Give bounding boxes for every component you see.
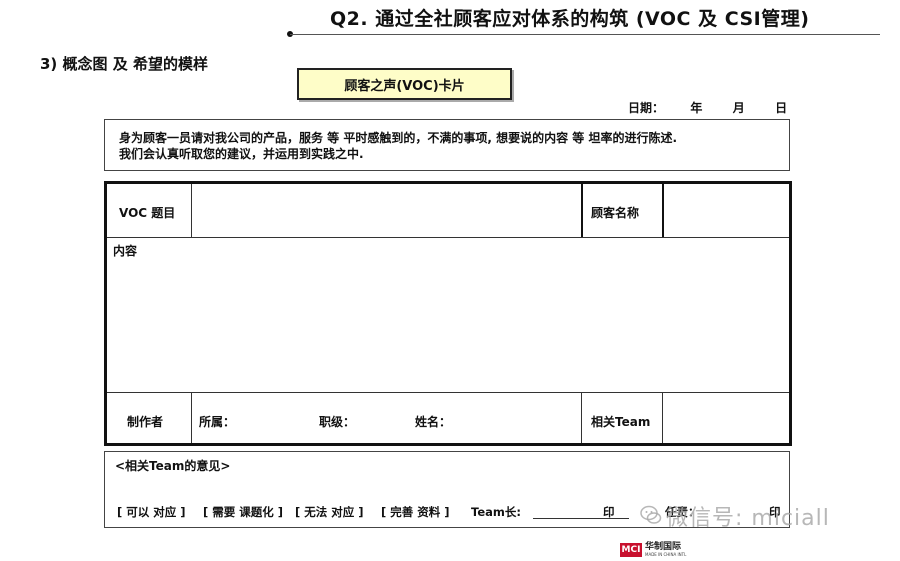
divider [581, 392, 582, 443]
wechat-icon [640, 505, 662, 524]
logo-subtitle: MADE IN CHINA INTL [645, 552, 687, 557]
page-title: Q2. 通过全社顾客应对体系的构筑 (VOC 及 CSI管理) [330, 8, 810, 30]
option-cannot-handle: [ 无法 对应 ] [295, 505, 364, 519]
divider [581, 184, 583, 237]
option-can-handle: [ 可以 对应 ] [117, 505, 186, 519]
option-needs-task: [ 需要 课题化 ] [203, 505, 284, 519]
content-label: 内容 [113, 244, 138, 258]
date-month-label: 月 [732, 101, 745, 115]
card-title: 顾客之声(VOC)卡片 [297, 68, 512, 100]
affiliation-label: 所属： [199, 415, 236, 429]
section-heading: 3) 概念图 及 希望的模样 [40, 55, 208, 73]
divider [191, 184, 192, 237]
team-leader-label: Team长: [471, 505, 521, 519]
voc-form: VOC 题目 顾客名称 内容 制作者 所属： 职级： 姓名： 相关Team [104, 181, 792, 446]
watermark-text: 微信号: miciall [666, 506, 830, 531]
name-label: 姓名： [415, 415, 452, 429]
related-team-label: 相关Team [591, 415, 651, 429]
option-improve-data: [ 完善 资料 ] [381, 505, 450, 519]
divider [107, 237, 789, 238]
divider [107, 392, 789, 393]
logo-mark: MCI [620, 543, 642, 557]
maker-label: 制作者 [127, 415, 164, 429]
brand-logo: MCI 华制国际 MADE IN CHINA INTL [620, 543, 686, 557]
rank-label: 职级： [319, 415, 356, 429]
divider [191, 392, 192, 443]
intro-line-1: 身为顾客一员请对我公司的产品，服务 等 平时感触到的，不满的事项, 想要说的内容… [119, 131, 678, 145]
date-line: 日期： 年 月 日 [628, 99, 787, 116]
divider [662, 184, 664, 237]
seal-mark-1: 印 [603, 505, 615, 519]
date-year-label: 年 [690, 101, 703, 115]
intro-line-2: 我们会认真听取您的建议，并运用到实践之中. [119, 147, 364, 161]
date-day-label: 日 [775, 101, 788, 115]
divider [662, 392, 663, 443]
intro-box: 身为顾客一员请对我公司的产品，服务 等 平时感触到的，不满的事项, 想要说的内容… [104, 119, 790, 171]
logo-name: 华制国际 [645, 542, 682, 552]
title-rule [290, 34, 880, 35]
voc-topic-label: VOC 题目 [119, 206, 176, 220]
team-opinion-title: <相关Team的意见> [115, 459, 231, 473]
date-label: 日期： [628, 101, 665, 115]
team-leader-signature-line [533, 518, 629, 519]
customer-name-label: 顾客名称 [591, 206, 640, 220]
